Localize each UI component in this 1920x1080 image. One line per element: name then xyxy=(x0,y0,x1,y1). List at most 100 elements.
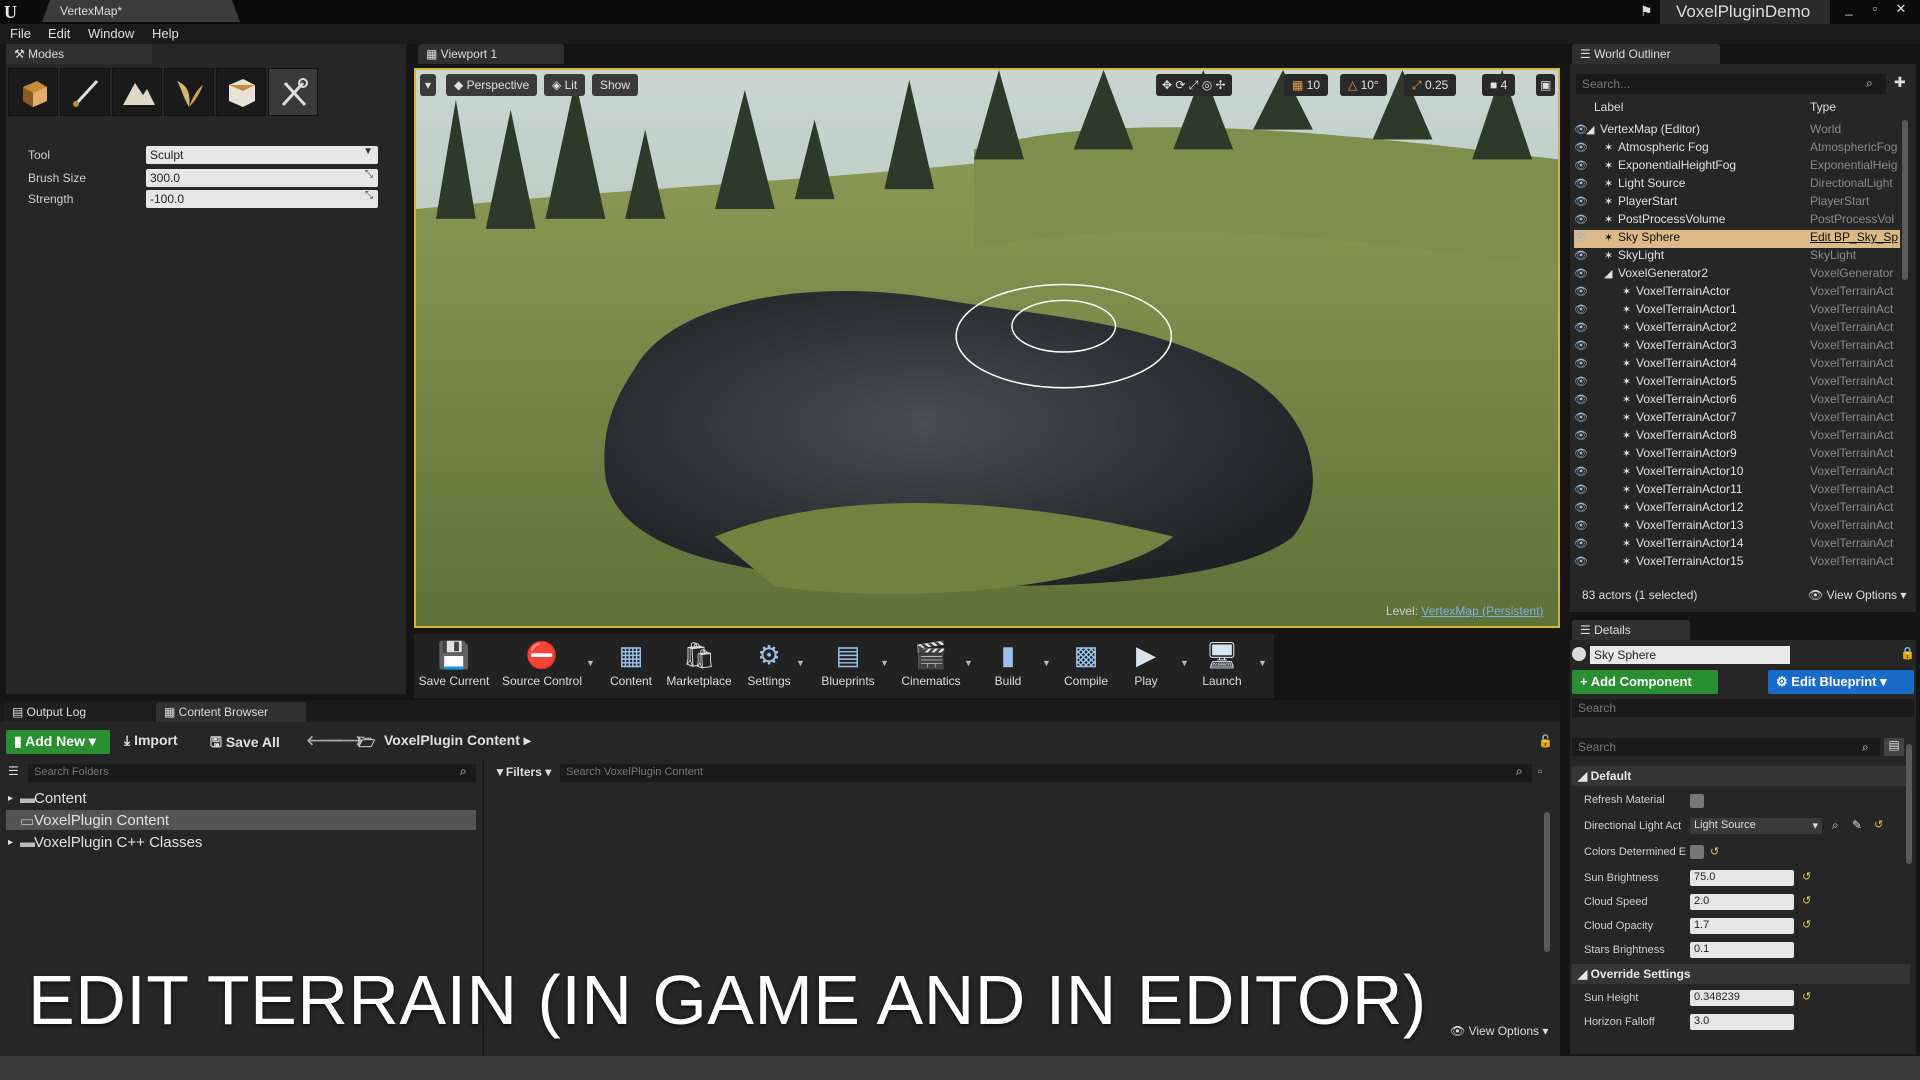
folder-search-input[interactable]: Search Folders xyxy=(28,764,476,782)
visibility-eye-icon[interactable]: 👁 xyxy=(1574,555,1588,568)
details-property-input[interactable]: 75.0 xyxy=(1690,870,1794,886)
visibility-eye-icon[interactable]: 👁 xyxy=(1574,249,1588,262)
breadcrumb[interactable]: VoxelPlugin Content ▸ xyxy=(384,732,531,749)
build-dropdown-icon[interactable]: ▼ xyxy=(1042,658,1051,668)
brush-size-input[interactable]: 300.0 ⤡ xyxy=(146,169,378,187)
visibility-eye-icon[interactable]: 👁 xyxy=(1574,411,1588,424)
document-tab[interactable]: VertexMap* xyxy=(42,0,240,22)
visibility-eye-icon[interactable]: 👁 xyxy=(1574,357,1588,370)
camera-speed-button[interactable]: ■ 4 xyxy=(1482,74,1516,96)
add-component-button[interactable]: + Add Component xyxy=(1572,670,1718,694)
menu-window[interactable]: Window xyxy=(88,26,134,42)
asset-search-input[interactable]: Search VoxelPlugin Content xyxy=(560,764,1532,782)
visibility-eye-icon[interactable]: 👁 xyxy=(1574,231,1588,244)
outliner-row[interactable]: 👁 ✶ VoxelTerrainActor7 VoxelTerrainAct xyxy=(1574,410,1900,428)
breadcrumb-item[interactable]: VoxelPlugin Content xyxy=(384,732,520,748)
import-button[interactable]: ⤓ Import xyxy=(124,732,178,749)
menu-file[interactable]: File xyxy=(10,26,31,42)
outliner-row[interactable]: 👁 ✶ Sky Sphere Edit BP_Sky_Sp xyxy=(1574,230,1900,248)
visibility-eye-icon[interactable]: 👁 xyxy=(1574,429,1588,442)
launch-button[interactable]: 🖥 Launch xyxy=(1190,636,1254,696)
content-view-options[interactable]: 👁 View Options ▾ xyxy=(1450,1024,1548,1038)
outliner-row[interactable]: 👁 ◢ VoxelGenerator2 VoxelGenerator xyxy=(1574,266,1900,284)
launch-dropdown-icon[interactable]: ▼ xyxy=(1258,658,1267,668)
lock-icon[interactable]: 🔓 xyxy=(1538,734,1553,748)
tool-dropdown[interactable]: Sculpt ▼ xyxy=(146,146,378,164)
outliner-view-options[interactable]: 👁 View Options ▾ xyxy=(1808,588,1906,602)
level-viewport[interactable] xyxy=(414,68,1560,628)
outliner-column-label[interactable]: Label xyxy=(1594,100,1623,114)
visibility-eye-icon[interactable]: 👁 xyxy=(1574,465,1588,478)
category-override-settings[interactable]: ◢ Override Settings xyxy=(1572,964,1910,984)
visibility-eye-icon[interactable]: 👁 xyxy=(1574,447,1588,460)
reset-icon[interactable]: ↺ xyxy=(1802,990,1811,1003)
lock-icon[interactable]: 🔒 xyxy=(1900,646,1915,660)
outliner-row[interactable]: 👁 ✶ PlayerStart PlayerStart xyxy=(1574,194,1900,212)
details-property-input[interactable]: 0.1 xyxy=(1690,942,1794,958)
landscape-mode-button[interactable] xyxy=(112,68,162,116)
horizon-falloff-input[interactable]: 3.0 xyxy=(1690,1014,1794,1030)
outliner-row[interactable]: 👁 ✶ VoxelTerrainActor3 VoxelTerrainAct xyxy=(1574,338,1900,356)
details-property-input[interactable]: 1.7 xyxy=(1690,918,1794,934)
mesh-paint-mode-button[interactable] xyxy=(216,68,266,116)
show-button[interactable]: Show xyxy=(592,74,639,96)
settings-button[interactable]: ⚙ Settings xyxy=(736,636,802,696)
visibility-eye-icon[interactable]: 👁 xyxy=(1574,537,1588,550)
reset-icon[interactable]: ↺ xyxy=(1874,818,1883,831)
component-search-input[interactable]: Search xyxy=(1572,699,1914,717)
outliner-column-type[interactable]: Type xyxy=(1810,100,1836,114)
perspective-button[interactable]: ◆ Perspective xyxy=(446,74,538,96)
visibility-eye-icon[interactable]: 👁 xyxy=(1574,303,1588,316)
visibility-eye-icon[interactable]: 👁 xyxy=(1574,501,1588,514)
folder-tree-item[interactable]: ▸ ▬ Content xyxy=(6,788,476,808)
play-button[interactable]: ▶ Play xyxy=(1116,636,1176,696)
content-button[interactable]: ▦ Content xyxy=(596,636,666,696)
save-search-icon[interactable]: ▫ xyxy=(1538,764,1542,778)
outliner-row[interactable]: 👁 ✶ VoxelTerrainActor2 VoxelTerrainAct xyxy=(1574,320,1900,338)
menu-edit[interactable]: Edit xyxy=(48,26,70,42)
viewport-options-button[interactable]: ▾ xyxy=(420,74,437,96)
details-scrollbar[interactable] xyxy=(1906,744,1912,864)
rotation-snap-button[interactable]: △ 10° xyxy=(1340,74,1387,96)
content-scrollbar[interactable] xyxy=(1544,812,1550,952)
outliner-row[interactable]: 👁 ✶ VoxelTerrainActor VoxelTerrainAct xyxy=(1574,284,1900,302)
outliner-scrollbar[interactable] xyxy=(1902,120,1908,280)
visibility-eye-icon[interactable]: 👁 xyxy=(1574,339,1588,352)
visibility-eye-icon[interactable]: 👁 xyxy=(1574,213,1588,226)
details-property-input[interactable]: 2.0 xyxy=(1690,894,1794,910)
visibility-eye-icon[interactable]: 👁 xyxy=(1574,195,1588,208)
colors-determined-checkbox[interactable] xyxy=(1690,845,1704,859)
folder-tree-item-selected[interactable]: ▭ VoxelPlugin Content xyxy=(6,810,476,830)
tab-viewport[interactable]: ▦ Viewport 1 xyxy=(418,44,564,64)
visibility-eye-icon[interactable]: 👁 xyxy=(1574,159,1588,172)
outliner-row[interactable]: 👁 ✶ VoxelTerrainActor10 VoxelTerrainAct xyxy=(1574,464,1900,482)
marketplace-button[interactable]: 🛍 Marketplace xyxy=(662,636,736,696)
sun-height-input[interactable]: 0.348239 xyxy=(1690,990,1794,1006)
visibility-eye-icon[interactable]: 👁 xyxy=(1574,321,1588,334)
reset-icon[interactable]: ↺ xyxy=(1802,894,1811,907)
visibility-eye-icon[interactable]: 👁 xyxy=(1574,141,1588,154)
outliner-row[interactable]: 👁 ✶ VoxelTerrainActor13 VoxelTerrainAct xyxy=(1574,518,1900,536)
outliner-row[interactable]: 👁 ✶ VoxelTerrainActor9 VoxelTerrainAct xyxy=(1574,446,1900,464)
play-dropdown-icon[interactable]: ▼ xyxy=(1180,658,1189,668)
refresh-material-checkbox[interactable] xyxy=(1690,794,1704,808)
tab-output-log[interactable]: ▤ Output Log xyxy=(4,702,152,722)
lit-button[interactable]: ◈ Lit xyxy=(544,74,586,96)
save-all-button[interactable]: 🖫 Save All xyxy=(210,732,280,756)
source-control-button[interactable]: ⛔ Source Control xyxy=(498,636,586,696)
visibility-eye-icon[interactable]: 👁 xyxy=(1574,375,1588,388)
folder-tree-item[interactable]: ▸ ▬ VoxelPlugin C++ Classes xyxy=(6,832,476,852)
blueprints-dropdown-icon[interactable]: ▼ xyxy=(880,658,889,668)
save-current-button[interactable]: 💾 Save Current xyxy=(418,636,490,696)
outliner-row[interactable]: 👁 ✶ VoxelTerrainActor1 VoxelTerrainAct xyxy=(1574,302,1900,320)
menu-help[interactable]: Help xyxy=(152,26,179,42)
blueprints-button[interactable]: ▤ Blueprints xyxy=(812,636,884,696)
picker-icon[interactable]: ✎ xyxy=(1852,818,1862,832)
add-new-button[interactable]: ▮ Add New ▾ xyxy=(6,730,110,754)
outliner-row[interactable]: 👁 ✶ ExponentialHeightFog ExponentialHeig xyxy=(1574,158,1900,176)
outliner-row[interactable]: 👁 ✶ VoxelTerrainActor14 VoxelTerrainAct xyxy=(1574,536,1900,554)
tab-modes[interactable]: ⚒ Modes xyxy=(6,44,152,64)
outliner-row[interactable]: 👁 ✶ VoxelTerrainActor5 VoxelTerrainAct xyxy=(1574,374,1900,392)
details-search-input[interactable]: Search xyxy=(1572,738,1880,756)
place-mode-button[interactable] xyxy=(8,68,58,116)
